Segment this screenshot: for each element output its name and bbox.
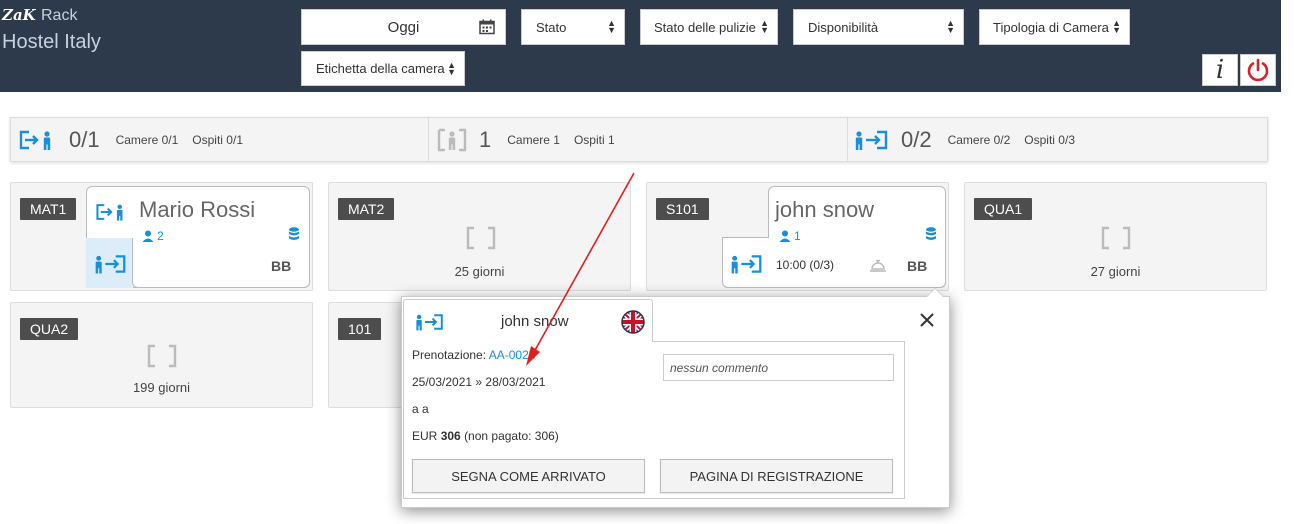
vacant-days: 27 giorni <box>1090 264 1141 279</box>
guest-name: Mario Rossi <box>139 197 256 222</box>
select-arrows-icon: ▲ ▼ <box>607 18 616 35</box>
logout-button[interactable] <box>1240 54 1276 86</box>
checkout-icon <box>416 314 443 331</box>
etichetta-select[interactable]: Etichetta della camera ▲ ▼ <box>301 51 465 86</box>
database-icon <box>926 227 936 240</box>
disponibilita-select-value: Disponibilità <box>808 19 879 35</box>
disponibilita-select[interactable]: Disponibilità ▲ ▼ <box>793 9 964 45</box>
database-icon <box>289 227 299 240</box>
price-unpaid: (non pagato: 306) <box>464 429 559 443</box>
room-card-s101[interactable]: S101 john snow 1 10:00 (0/3) BB <box>646 182 949 291</box>
room-card-mat2[interactable]: MAT2 25 giorni <box>328 182 631 291</box>
booking-guest-names: a a <box>412 402 429 416</box>
user-icon <box>142 230 154 242</box>
uk-flag-icon <box>621 310 645 334</box>
room-card-qua2[interactable]: QUA2 199 giorni <box>10 302 313 408</box>
price-amount: 306 <box>440 429 461 443</box>
guest-name: john snow <box>775 197 875 222</box>
booking-price: EUR 306 (non pagato: 306) <box>412 429 559 443</box>
booking-line: Prenotazione: AA-0023 <box>412 348 535 362</box>
booking-dates: 25/03/2021 » 28/03/2021 <box>412 375 546 389</box>
stato-select-value: Stato <box>536 19 567 35</box>
summary-checkin-count: 0/1 <box>69 126 100 152</box>
vacant-days: 199 giorni <box>132 380 191 395</box>
select-arrows-icon: ▲ ▼ <box>447 59 456 77</box>
guest-count-value: 2 <box>157 229 164 243</box>
mark-arrived-button[interactable]: SEGNA COME ARRIVATO <box>412 459 645 493</box>
zak-logo: ZaK <box>2 6 36 24</box>
tipologia-select-value: Tipologia di Camera <box>993 19 1109 35</box>
user-icon <box>779 230 791 242</box>
stato-pulizie-select[interactable]: Stato delle pulizie ▲ ▼ <box>640 9 778 45</box>
guest-count-value: 1 <box>794 229 801 243</box>
guest-count: 1 <box>779 229 801 243</box>
summary-checkout-rooms: Camere 0/2 <box>947 132 1011 147</box>
price-currency: EUR <box>412 429 438 443</box>
reception-bell-icon[interactable] <box>869 257 887 273</box>
summary-checkin-guests: Ospiti 0/1 <box>192 132 243 147</box>
checkout-icon[interactable] <box>93 252 129 276</box>
summary-present-rooms: Camere 1 <box>507 132 560 147</box>
summary-checkin: 0/1 Camere 0/1 Ospiti 0/1 <box>17 118 257 161</box>
room-label: QUA2 <box>20 318 79 340</box>
summary-checkin-rooms: Camere 0/1 <box>115 132 179 147</box>
close-icon <box>920 313 934 327</box>
select-arrows-icon: ▲ ▼ <box>760 18 769 35</box>
property-name: Hostel Italy <box>2 31 101 53</box>
room-label: S101 <box>656 198 709 220</box>
room-card-mat1[interactable]: MAT1 Mario Rossi 2 BB <box>10 182 313 291</box>
board-type: BB <box>907 258 928 274</box>
summary-present-count: 1 <box>479 126 492 152</box>
summary-present-guests: Ospiti 1 <box>573 132 615 147</box>
popup-guest-name: john snow <box>501 313 569 330</box>
tipologia-select[interactable]: Tipologia di Camera ▲ ▼ <box>979 9 1130 45</box>
empty-room-icon <box>1101 226 1131 250</box>
summary-checkout: 0/2 Camere 0/2 Ospiti 0/3 <box>853 118 1089 161</box>
checkout-time: 10:00 (0/3) <box>776 258 835 272</box>
summary-divider <box>428 118 429 161</box>
etichetta-select-value: Etichetta della camera <box>316 61 445 76</box>
summary-bar: 0/1 Camere 0/1 Ospiti 0/1 1 Camere 1 Osp… <box>10 117 1268 162</box>
guest-count: 2 <box>142 229 164 243</box>
booking-label: Prenotazione: <box>412 348 487 362</box>
room-label: QUA1 <box>974 198 1033 220</box>
vacant-days: 25 giorni <box>454 264 505 279</box>
summary-divider <box>847 118 848 161</box>
board-type: BB <box>271 258 292 274</box>
checkout-icon[interactable] <box>729 252 765 276</box>
info-icon: i <box>1215 55 1225 85</box>
checkin-icon <box>19 130 51 150</box>
power-icon <box>1247 58 1269 82</box>
info-button[interactable]: i <box>1202 54 1238 86</box>
app-name: Rack <box>41 7 78 24</box>
room-label: MAT2 <box>338 198 395 220</box>
empty-room-icon <box>147 344 177 368</box>
stato-select[interactable]: Stato ▲ ▼ <box>521 9 625 45</box>
date-picker[interactable]: Oggi <box>301 9 506 45</box>
present-guest-icon <box>437 128 467 151</box>
calendar-icon <box>479 19 495 35</box>
popup-close-button[interactable] <box>917 310 937 330</box>
empty-room-icon <box>466 226 496 250</box>
checkin-icon <box>96 204 123 221</box>
room-label: MAT1 <box>20 198 77 220</box>
room-card-qua1[interactable]: QUA1 27 giorni <box>964 182 1267 291</box>
checkout-icon <box>855 130 888 150</box>
registration-page-button[interactable]: PAGINA DI REGISTRAZIONE <box>660 459 893 493</box>
summary-present: 1 Camere 1 Ospiti 1 <box>435 118 629 161</box>
popup-guest-tab[interactable]: john snow <box>403 299 653 342</box>
stato-pulizie-select-value: Stato delle pulizie <box>654 19 756 35</box>
summary-checkout-guests: Ospiti 0/3 <box>1024 132 1075 147</box>
booking-code-link[interactable]: AA-0023 <box>489 348 536 362</box>
select-arrows-icon: ▲ ▼ <box>946 18 955 35</box>
divider <box>722 237 769 238</box>
select-arrows-icon: ▲ ▼ <box>1112 18 1121 35</box>
summary-checkout-count: 0/2 <box>901 126 932 152</box>
date-picker-value: Oggi <box>387 18 420 36</box>
popup-pointer <box>926 288 944 297</box>
comment-input[interactable] <box>663 354 894 381</box>
room-label: 101 <box>338 318 382 340</box>
